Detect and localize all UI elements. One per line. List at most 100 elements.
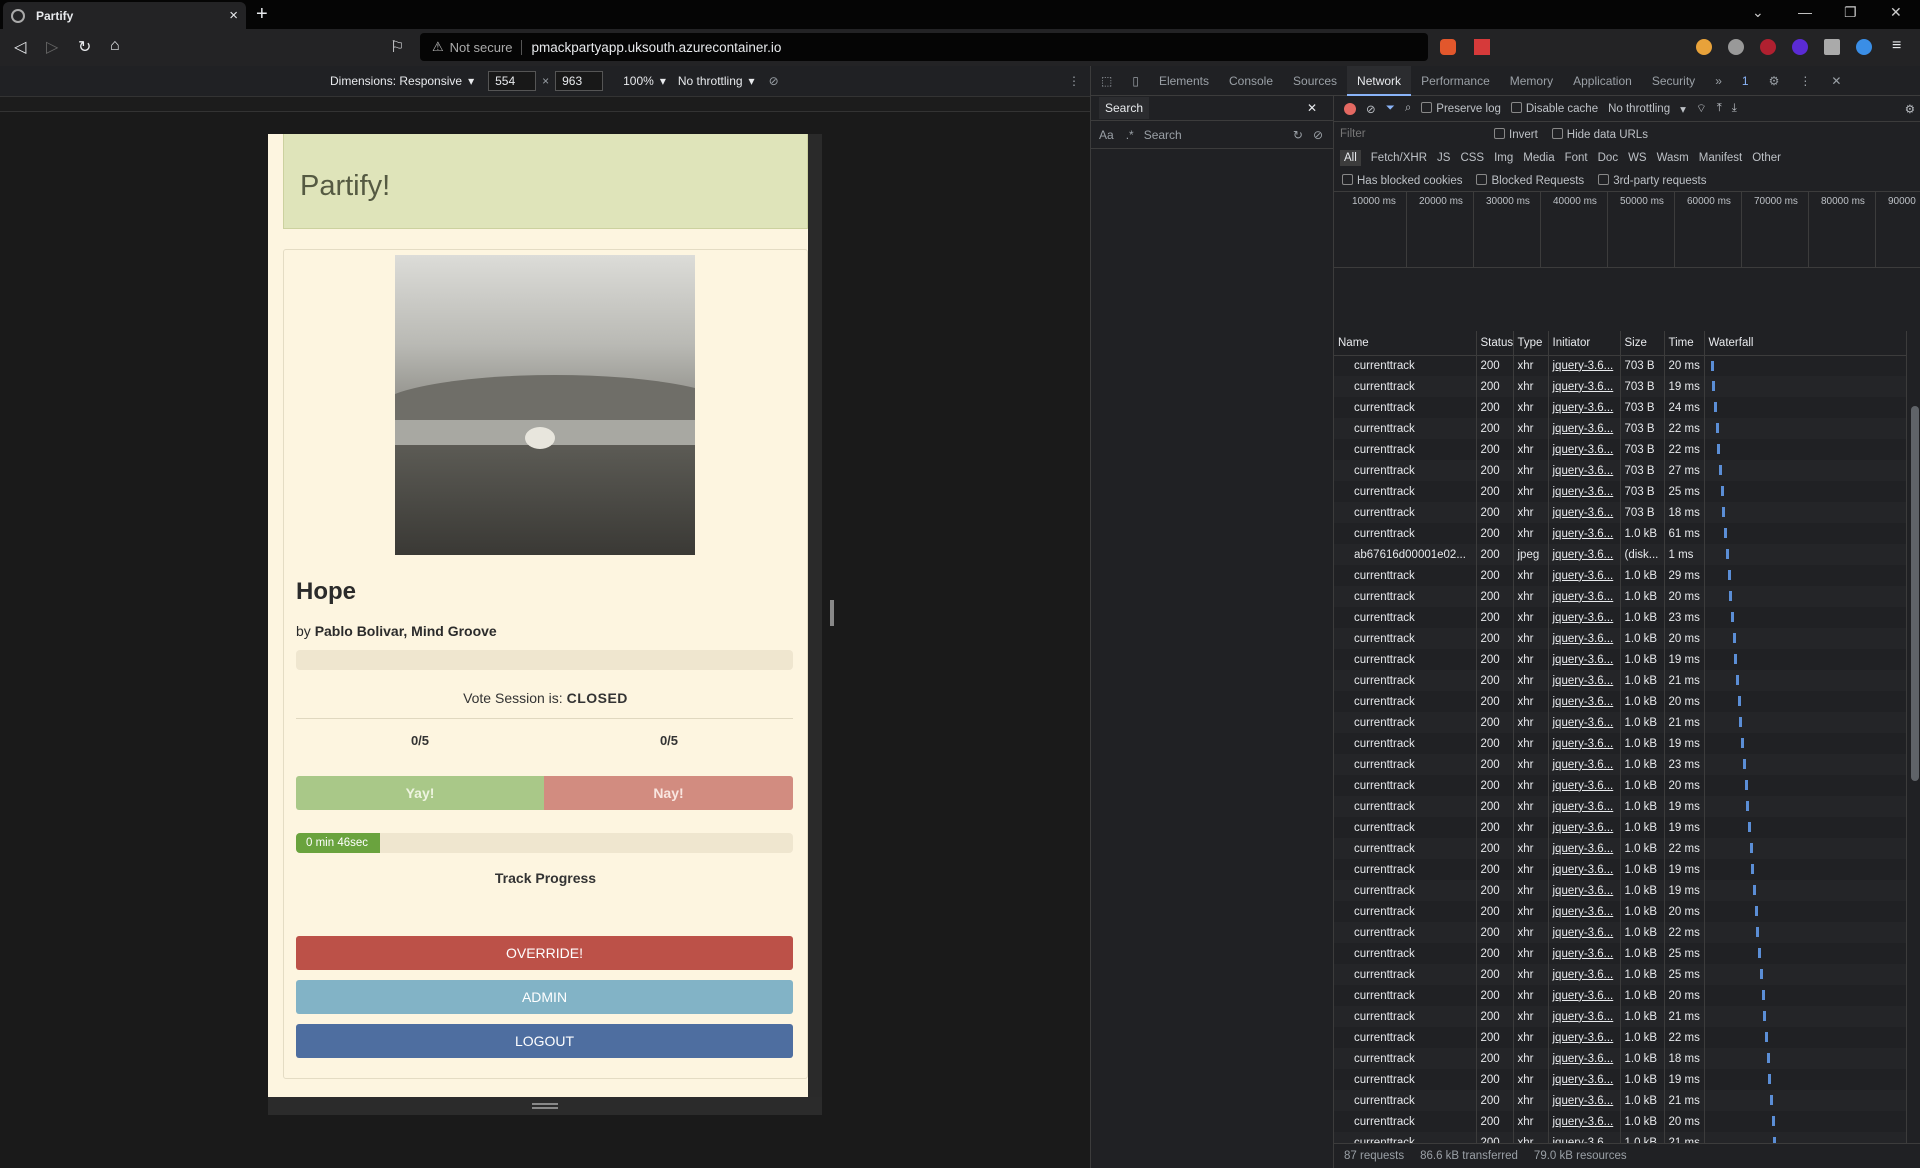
request-initiator[interactable]: jquery-3.6... [1548, 691, 1621, 712]
hide-data-urls-checkbox[interactable]: Hide data URLs [1551, 127, 1648, 141]
minimize-icon[interactable]: — [1798, 4, 1812, 20]
resize-bar[interactable] [268, 1097, 822, 1115]
throttling-dropdown[interactable]: No throttling [1608, 103, 1670, 115]
request-initiator[interactable]: jquery-3.6... [1548, 817, 1621, 838]
request-initiator[interactable]: jquery-3.6... [1548, 565, 1621, 586]
request-initiator[interactable]: jquery-3.6... [1548, 1027, 1621, 1048]
device-toggle-icon[interactable]: ▯ [1122, 66, 1149, 96]
close-window-icon[interactable]: ✕ [1890, 4, 1902, 21]
request-initiator[interactable]: jquery-3.6... [1548, 376, 1621, 397]
disable-cache-checkbox[interactable]: Disable cache [1510, 102, 1598, 115]
table-scrollbar[interactable] [1911, 406, 1919, 781]
moon-extension-icon[interactable] [1792, 39, 1808, 55]
match-case-icon[interactable]: Aa [1099, 128, 1114, 142]
request-initiator[interactable]: jquery-3.6... [1548, 649, 1621, 670]
request-initiator[interactable]: jquery-3.6... [1548, 943, 1621, 964]
request-initiator[interactable]: jquery-3.6... [1548, 775, 1621, 796]
request-initiator[interactable]: jquery-3.6... [1548, 1069, 1621, 1090]
request-initiator[interactable]: jquery-3.6... [1548, 754, 1621, 775]
new-tab-button[interactable]: + [256, 3, 268, 26]
table-row[interactable]: currenttrack 200 xhr jquery-3.6... 703 B 18 m… [1334, 502, 1907, 523]
table-row[interactable]: currenttrack200xhrjquery-3.6...1.0 kB21 … [1334, 1006, 1907, 1027]
table-row[interactable]: currenttrack 200 xhr jquery-3.6... 703 B 27 m… [1334, 460, 1907, 481]
request-initiator[interactable]: jquery-3.6... [1548, 586, 1621, 607]
request-initiator[interactable]: jquery-3.6... [1548, 901, 1621, 922]
search-icon[interactable]: ⌕ [1405, 102, 1411, 115]
table-row[interactable]: currenttrack 200 xhr jquery-3.6... 1.0 kB 19 … [1334, 796, 1907, 817]
column-name[interactable]: Name [1334, 331, 1477, 356]
inspect-icon[interactable]: ⬚ [1091, 66, 1122, 96]
table-row[interactable]: currenttrack 200 xhr jquery-3.6... 1.0 kB 20 … [1334, 628, 1907, 649]
type-manifest[interactable]: Manifest [1699, 152, 1742, 164]
more-options-icon[interactable]: ⋮ [1789, 66, 1821, 96]
search-input[interactable]: Search [1144, 128, 1293, 142]
tab-application[interactable]: Application [1563, 66, 1642, 96]
table-row[interactable]: currenttrack 200 xhr jquery-3.6... 1.0 kB 18 … [1334, 1048, 1907, 1069]
address-bar[interactable]: ⚠ Not secure pmackpartyapp.uksouth.azure… [420, 33, 1428, 61]
table-row[interactable]: currenttrack 200 xhr jquery-3.6... 1.0 kB 20 … [1334, 1111, 1907, 1132]
request-initiator[interactable]: jquery-3.6... [1548, 1048, 1621, 1069]
request-initiator[interactable]: jquery-3.6... [1548, 1111, 1621, 1132]
logout-button[interactable]: LOGOUT [296, 1024, 793, 1058]
column-time[interactable]: Time [1664, 331, 1705, 356]
request-initiator[interactable]: jquery-3.6... [1548, 838, 1621, 859]
invert-checkbox[interactable]: Invert [1494, 127, 1538, 141]
table-row[interactable]: currenttrack 200 xhr jquery-3.6... 1.0 kB 19 … [1334, 1069, 1907, 1090]
table-row[interactable]: currenttrack200xhrjquery-3.6...1.0 kB21 … [1334, 670, 1907, 691]
tab-elements[interactable]: Elements [1149, 66, 1219, 96]
table-row[interactable]: currenttrack 200 xhr jquery-3.6... 1.0 kB 20 … [1334, 775, 1907, 796]
blocked-requests-checkbox[interactable]: Blocked Requests [1476, 174, 1584, 187]
request-initiator[interactable]: jquery-3.6... [1548, 1006, 1621, 1027]
type-img[interactable]: Img [1494, 152, 1513, 164]
table-row[interactable]: currenttrack 200 xhr jquery-3.6... 1.0 kB 19 … [1334, 733, 1907, 754]
table-row[interactable]: currenttrack200xhrjquery-3.6...1.0 kB21 … [1334, 712, 1907, 733]
request-initiator[interactable]: jquery-3.6... [1548, 964, 1621, 985]
table-row[interactable]: currenttrack200xhrjquery-3.6...1.0 kB21 … [1334, 1090, 1907, 1111]
request-initiator[interactable]: jquery-3.6... [1548, 712, 1621, 733]
side-resize-handle-icon[interactable] [830, 600, 834, 626]
close-tab-icon[interactable]: × [229, 7, 238, 24]
browser-tab[interactable]: Partify × [3, 2, 246, 29]
height-input[interactable]: 963 [555, 71, 604, 91]
clear-icon[interactable]: ⊘ [1313, 128, 1323, 142]
filter-input[interactable]: Filter [1340, 128, 1480, 140]
menu-icon[interactable]: ≡ [1892, 37, 1901, 55]
tab-performance[interactable]: Performance [1411, 66, 1500, 96]
type-js[interactable]: JS [1437, 152, 1450, 164]
request-initiator[interactable]: jquery-3.6... [1548, 523, 1621, 544]
table-row[interactable]: currenttrack 200 xhr jquery-3.6... 1.0 kB 22 … [1334, 1027, 1907, 1048]
table-row[interactable]: currenttrack 200 xhr jquery-3.6... 1.0 kB 20 … [1334, 901, 1907, 922]
media-query-ruler[interactable] [0, 96, 1090, 112]
table-row[interactable]: currenttrack 200 xhr jquery-3.6... 703 B 20 m… [1334, 355, 1907, 376]
table-row[interactable]: currenttrack 200 xhr jquery-3.6... 1.0 kB 20 … [1334, 691, 1907, 712]
table-row[interactable]: currenttrack 200 xhr jquery-3.6... 1.0 kB 29 … [1334, 565, 1907, 586]
table-row[interactable]: currenttrack 200 xhr jquery-3.6... 703 B 22 m… [1334, 418, 1907, 439]
table-row[interactable]: currenttrack 200 xhr jquery-3.6... 1.0 kB 19 … [1334, 859, 1907, 880]
table-row[interactable]: currenttrack 200 xhr jquery-3.6... 1.0 kB 20 … [1334, 985, 1907, 1006]
type-wasm[interactable]: Wasm [1657, 152, 1689, 164]
more-tabs-icon[interactable]: » [1705, 66, 1732, 96]
network-overview-timeline[interactable]: 10000 ms 20000 ms 30000 ms 40000 ms 50000 ms… [1334, 192, 1920, 268]
rotate-icon[interactable]: ⊘ [769, 74, 779, 88]
type-ws[interactable]: WS [1628, 152, 1647, 164]
request-initiator[interactable]: jquery-3.6... [1548, 985, 1621, 1006]
request-initiator[interactable]: jquery-3.6... [1548, 355, 1621, 376]
not-secure-label[interactable]: Not secure [450, 39, 522, 55]
column-size[interactable]: Size [1620, 331, 1665, 356]
table-row[interactable]: currenttrack 200 xhr jquery-3.6... 1.0 kB 25 … [1334, 943, 1907, 964]
regex-icon[interactable]: .* [1126, 128, 1134, 142]
profile-icon[interactable] [1856, 39, 1872, 55]
resize-handle-icon[interactable] [532, 1103, 558, 1109]
request-initiator[interactable]: jquery-3.6... [1548, 502, 1621, 523]
dimensions-dropdown[interactable]: Dimensions: Responsive [330, 74, 462, 88]
table-row[interactable]: ab67616d00001e02... 200 jpeg jquery-3.6...(… [1334, 544, 1907, 565]
table-row[interactable]: currenttrack 200 xhr jquery-3.6... 703 B 19 m… [1334, 376, 1907, 397]
bookmark-icon[interactable]: ⚐ [390, 37, 404, 57]
brave-shield-icon[interactable] [1440, 39, 1456, 55]
request-initiator[interactable]: jquery-3.6... [1548, 859, 1621, 880]
type-media[interactable]: Media [1523, 152, 1554, 164]
page-scrollbar[interactable] [808, 134, 822, 1097]
wifi-settings-icon[interactable]: ⌔ [1696, 101, 1707, 116]
brave-rewards-icon[interactable] [1474, 39, 1490, 55]
filter-icon[interactable]: ⏷ [1386, 102, 1395, 115]
